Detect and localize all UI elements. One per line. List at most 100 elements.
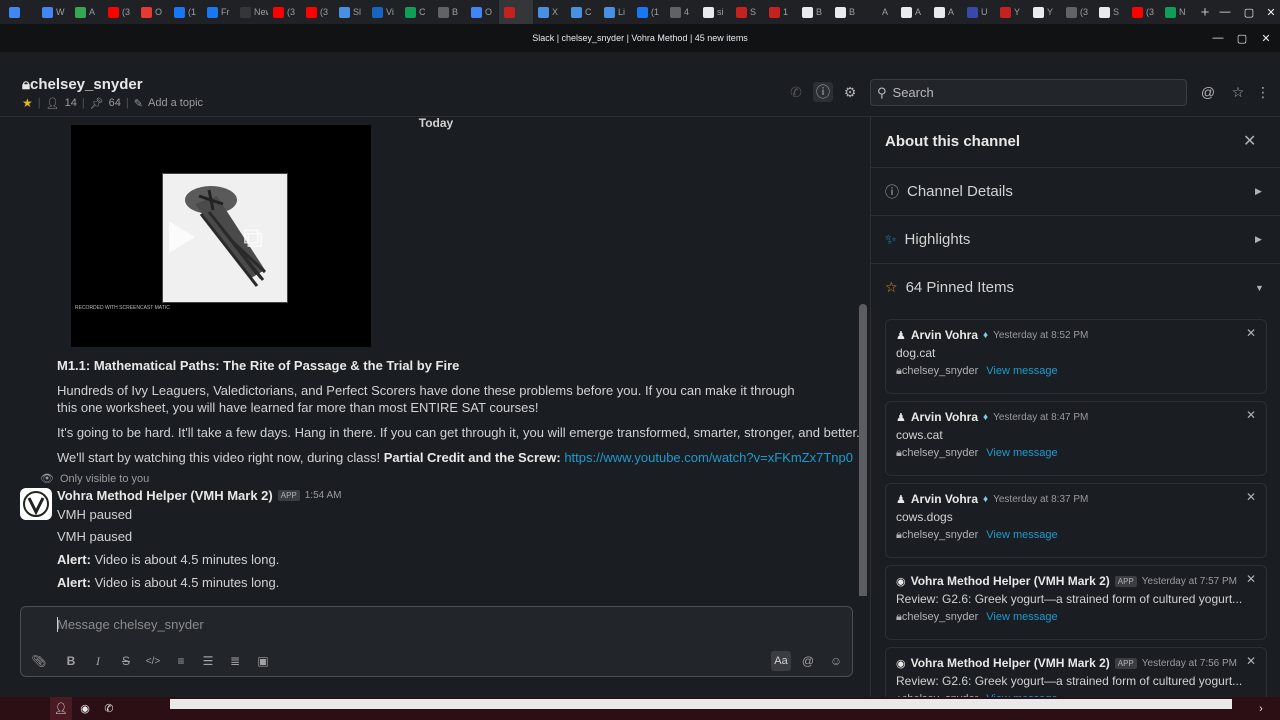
pin-count[interactable]: 64 — [109, 97, 121, 109]
video-embed[interactable]: ⧉ RECORDED WITH SCREENCAST MATIC — [71, 125, 371, 347]
app-maximize-icon[interactable]: ▢ — [1230, 24, 1254, 52]
pin-author-name[interactable]: Arvin Vohra — [911, 328, 978, 342]
pin-timestamp[interactable]: Yesterday at 7:57 PM — [1142, 576, 1237, 587]
bold-icon[interactable]: B — [61, 651, 81, 671]
external-link-icon[interactable]: ⧉ — [243, 222, 263, 255]
browser-tab[interactable]: Y — [1028, 0, 1061, 24]
pin-timestamp[interactable]: Yesterday at 8:47 PM — [993, 412, 1088, 423]
star-icon[interactable]: ★ — [22, 96, 33, 110]
browser-tab[interactable]: 1 — [764, 0, 797, 24]
message-timestamp[interactable]: 1:54 AM — [305, 490, 342, 501]
phone-app-icon[interactable]: ✆ — [98, 697, 120, 720]
phone-icon[interactable]: ✆ — [786, 82, 806, 102]
italic-icon[interactable]: I — [88, 651, 108, 671]
pin-author-name[interactable]: Arvin Vohra — [911, 492, 978, 506]
app-minimize-icon[interactable]: — — [1206, 24, 1230, 52]
pin-author-name[interactable]: Vohra Method Helper (VMH Mark 2) — [911, 574, 1110, 588]
browser-tab[interactable]: (3 — [301, 0, 334, 24]
browser-tab[interactable]: U — [962, 0, 995, 24]
strikethrough-icon[interactable]: S — [116, 651, 136, 671]
view-message-link[interactable]: View message — [986, 447, 1057, 460]
browser-tab[interactable]: (1 — [632, 0, 665, 24]
browser-tab[interactable]: C — [566, 0, 599, 24]
browser-tab[interactable]: A — [70, 0, 103, 24]
browser-tab[interactable]: (1 — [169, 0, 202, 24]
code-icon[interactable]: </> — [143, 651, 163, 671]
pinned-item[interactable]: ♟ Arvin Vohra ♦ Yesterday at 8:52 PM dog.cat… — [885, 319, 1267, 394]
star-outline-icon[interactable]: ☆ — [1228, 82, 1248, 102]
mentions-icon[interactable]: @ — [1198, 82, 1218, 102]
message-input[interactable]: Message chelsey_snyder — [57, 617, 204, 632]
emoji-icon[interactable]: ☺ — [826, 651, 846, 671]
mention-icon[interactable]: @ — [798, 651, 818, 671]
pin-timestamp[interactable]: Yesterday at 8:52 PM — [993, 330, 1088, 341]
browser-tab[interactable]: O — [136, 0, 169, 24]
info-icon[interactable]: ⓘ — [813, 82, 833, 102]
section-channel-details[interactable]: ⓘ Channel Details ▶ — [871, 167, 1280, 215]
section-highlights[interactable]: ✨︎ Highlights ▶ — [871, 215, 1280, 263]
member-count[interactable]: 14 — [65, 97, 77, 109]
browser-tab[interactable]: B — [433, 0, 466, 24]
youtube-link[interactable]: https://www.youtube.com/watch?v=xFKmZx7T… — [564, 450, 853, 465]
unpin-close-icon[interactable]: ✕ — [1246, 654, 1256, 668]
browser-tab[interactable]: S — [731, 0, 764, 24]
browser-tab[interactable]: W — [37, 0, 70, 24]
search-input[interactable]: ⚲ Search — [870, 79, 1187, 106]
browser-tab[interactable]: 4 — [665, 0, 698, 24]
message-composer[interactable]: Message chelsey_snyder 📎︎ B I S </> ≡ ☰ … — [20, 606, 853, 677]
browser-tab[interactable]: Vi — [367, 0, 400, 24]
browser-tab[interactable] — [499, 0, 533, 24]
pin-author-name[interactable]: Arvin Vohra — [911, 410, 978, 424]
close-panel-icon[interactable]: ✕ — [1243, 131, 1256, 151]
pin-timestamp[interactable]: Yesterday at 8:37 PM — [993, 494, 1088, 505]
unpin-close-icon[interactable]: ✕ — [1246, 490, 1256, 504]
pinned-item[interactable]: ◉ Vohra Method Helper (VMH Mark 2) APP Yest… — [885, 647, 1267, 697]
location-icon[interactable]: ◉ — [74, 697, 96, 720]
bullet-list-icon[interactable]: ☰ — [198, 651, 218, 671]
pinned-item[interactable]: ◉ Vohra Method Helper (VMH Mark 2) APP Yest… — [885, 565, 1267, 640]
user-icon[interactable]: 👤︎ — [50, 697, 72, 720]
browser-tab[interactable]: S — [1094, 0, 1127, 24]
browser-tab[interactable]: A — [863, 0, 896, 24]
code-block-icon[interactable]: ▣ — [253, 651, 273, 671]
browser-tab[interactable]: A — [896, 0, 929, 24]
pinned-item[interactable]: ♟ Arvin Vohra ♦ Yesterday at 8:37 PM cows.do… — [885, 483, 1267, 558]
channel-name[interactable]: 🔒︎chelsey_snyder — [22, 76, 143, 93]
unpin-close-icon[interactable]: ✕ — [1246, 326, 1256, 340]
section-pinned-items[interactable]: ☆ 64 Pinned Items ▼ — [871, 263, 1280, 311]
browser-tab[interactable]: O — [466, 0, 499, 24]
app-close-icon[interactable]: ✕ — [1254, 24, 1278, 52]
bot-avatar[interactable] — [20, 488, 52, 520]
browser-tab[interactable]: A — [929, 0, 962, 24]
bot-name[interactable]: Vohra Method Helper (VMH Mark 2) — [57, 488, 273, 503]
browser-tab[interactable]: Y — [995, 0, 1028, 24]
view-message-link[interactable]: View message — [986, 529, 1057, 542]
browser-tab[interactable]: B — [830, 0, 863, 24]
formatting-toggle-button[interactable]: Aa — [771, 651, 791, 671]
browser-tab[interactable]: (3 — [1127, 0, 1160, 24]
add-topic-link[interactable]: Add a topic — [148, 97, 203, 109]
browser-tab[interactable]: Sl — [334, 0, 367, 24]
unpin-close-icon[interactable]: ✕ — [1246, 408, 1256, 422]
message-scrollbar[interactable] — [859, 304, 867, 596]
browser-tab[interactable]: si — [698, 0, 731, 24]
browser-tab[interactable]: (3 — [103, 0, 136, 24]
blockquote-icon[interactable]: ≣ — [225, 651, 245, 671]
unpin-close-icon[interactable]: ✕ — [1246, 572, 1256, 586]
browser-tab[interactable]: Li — [599, 0, 632, 24]
pinned-item[interactable]: ♟ Arvin Vohra ♦ Yesterday at 8:47 PM cows.ca… — [885, 401, 1267, 476]
more-icon[interactable]: ⋮ — [1253, 82, 1273, 102]
attach-icon[interactable]: 📎︎ — [29, 651, 49, 671]
pin-timestamp[interactable]: Yesterday at 7:56 PM — [1142, 658, 1237, 669]
browser-tab[interactable]: C — [400, 0, 433, 24]
gear-icon[interactable]: ⚙ — [840, 82, 860, 102]
browser-tab[interactable]: B — [797, 0, 830, 24]
taskbar-window[interactable] — [170, 699, 1232, 709]
browser-tab[interactable] — [4, 0, 37, 24]
taskbar-chevron-icon[interactable]: › — [1250, 697, 1272, 720]
close-window-icon[interactable]: ✕ — [1258, 0, 1280, 24]
play-icon[interactable] — [169, 221, 195, 253]
browser-tab[interactable]: New — [235, 0, 268, 24]
browser-tab[interactable]: (3 — [1061, 0, 1094, 24]
minimize-icon[interactable]: — — [1212, 0, 1238, 24]
